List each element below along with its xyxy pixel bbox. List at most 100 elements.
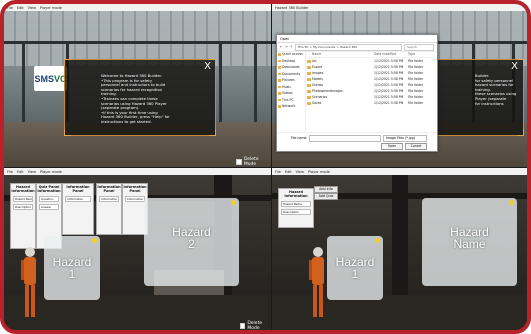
- menu-file[interactable]: File: [275, 170, 281, 174]
- roof-truss: [4, 41, 271, 44]
- address-bar[interactable]: This PC > My Documents > Hazard 360: [294, 43, 402, 51]
- panel-title: Information Panel: [66, 185, 90, 194]
- menu-bar: Hazard 360 Builder: [272, 4, 527, 11]
- delete-mode-checkbox[interactable]: [236, 159, 242, 165]
- menu-file[interactable]: File: [7, 6, 13, 10]
- file-explorer-dialog: Open ← → ↑ This PC > My Documents > Haza…: [276, 34, 438, 152]
- file-type: File folder: [408, 101, 424, 105]
- panel-field[interactable]: Information: [99, 195, 119, 202]
- hazard-card-1[interactable]: Hazard 1: [44, 236, 100, 300]
- dialog-footer: File name: Image Files (*.jpg) Open Canc…: [277, 132, 437, 151]
- navigation-pane: Quick access Desktop Downloads Documents Pic…: [277, 51, 306, 133]
- open-button[interactable]: Open: [381, 143, 403, 150]
- floor-area: [4, 295, 271, 330]
- hazard-name-field[interactable]: Hazard Name: [281, 200, 311, 207]
- filetype-select[interactable]: Image Files (*.jpg): [383, 135, 427, 142]
- menu-edit[interactable]: Edit: [17, 6, 24, 10]
- builder-panels-screen: File Edit View Player mode Hazard Inform…: [4, 168, 271, 330]
- search-input[interactable]: Search: [404, 43, 434, 51]
- delete-mode-toggle[interactable]: Delete Mode: [240, 321, 271, 330]
- hazard-info-panel: Hazard Information Hazard Name Description: [10, 183, 36, 249]
- panel-field[interactable]: Answer: [39, 203, 59, 210]
- hazard-card-1[interactable]: Hazard 1: [327, 236, 383, 300]
- worker-figure: [21, 247, 36, 317]
- pillar: [219, 41, 222, 122]
- hazard-card-2[interactable]: Hazard 2: [144, 198, 239, 286]
- menu-view[interactable]: View: [296, 170, 304, 174]
- hazard-info-screen: File Edit View Player mode Hazard Inform…: [272, 168, 527, 330]
- file-name: Saves: [307, 100, 374, 106]
- menu-player-mode[interactable]: Player mode: [40, 170, 62, 174]
- menu-view[interactable]: View: [28, 170, 36, 174]
- panel-field[interactable]: Hazard Name: [13, 195, 33, 202]
- menu-file[interactable]: File: [7, 170, 13, 174]
- column-type[interactable]: Type: [408, 51, 428, 57]
- menu-bar: File Edit View Player mode: [4, 4, 271, 11]
- panel-field[interactable]: Information: [125, 195, 145, 202]
- hazard-card-2[interactable]: Hazard Name: [422, 198, 517, 286]
- panel-field[interactable]: Description: [13, 203, 33, 210]
- cancel-button[interactable]: Cancel: [405, 143, 427, 150]
- hazard-marker-icon: [231, 200, 236, 205]
- forward-arrow-icon[interactable]: →: [285, 45, 288, 49]
- delete-mode-toggle[interactable]: Delete Mode: [236, 157, 271, 167]
- file-list: Name Date modified Type Art 1/12/2021 5:5…: [307, 51, 435, 133]
- menu-player-mode[interactable]: Player mode: [308, 170, 330, 174]
- nav-item[interactable]: Network: [277, 103, 305, 110]
- menu-bar: File Edit View Player mode: [272, 168, 527, 175]
- information-panel: Information Panel Information: [96, 183, 122, 235]
- close-button[interactable]: X: [204, 62, 211, 72]
- hazard-marker-icon: [92, 238, 97, 243]
- worker-figure: [309, 247, 324, 317]
- hazard-marker-icon: [375, 238, 380, 243]
- menu-player-mode[interactable]: Player mode: [40, 6, 62, 10]
- delete-mode-checkbox[interactable]: [240, 323, 246, 329]
- back-arrow-icon[interactable]: ←: [280, 45, 283, 49]
- hazard-card-title: Hazard 1: [52, 255, 92, 281]
- pillar: [254, 41, 257, 122]
- collage-frame: File Edit View Player mode SMS VC X Welco…: [0, 0, 531, 334]
- add-quiz-button[interactable]: Add Quiz: [314, 193, 338, 200]
- up-arrow-icon[interactable]: ↑: [290, 45, 293, 49]
- welcome-dialog: X Welcome to Hazard 360 Builder. •This p…: [64, 59, 216, 136]
- file-list-header: Name Date modified Type: [307, 51, 435, 58]
- window-title: Hazard 360 Builder: [275, 5, 309, 10]
- hazard-card-title: Hazard 2: [172, 225, 211, 251]
- delete-mode-label: Delete Mode: [243, 157, 259, 167]
- panel-title: Hazard Information: [11, 185, 35, 194]
- menu-bar: File Edit View Player mode: [4, 168, 271, 175]
- panel-field[interactable]: Information: [65, 195, 91, 202]
- panel-title: Information Panel: [97, 185, 121, 194]
- welcome-text-partial: Builder. for safety personnel hazard sce…: [475, 73, 517, 106]
- welcome-text: Welcome to Hazard 360 Builder. •This pro…: [101, 73, 170, 124]
- menu-view[interactable]: View: [28, 6, 36, 10]
- delete-mode-label: Delete Mode: [247, 321, 263, 330]
- panel-title: Quiz Panel Information: [37, 185, 61, 194]
- hazard-marker-icon: [509, 200, 514, 205]
- menu-edit[interactable]: Edit: [17, 170, 24, 174]
- pillar: [22, 41, 25, 122]
- welcome-screen: File Edit View Player mode SMS VC X Welco…: [4, 4, 271, 167]
- description-field[interactable]: Description: [281, 208, 311, 215]
- hazard-card-title: Hazard Name: [450, 225, 489, 251]
- file-row[interactable]: Saves 1/12/2021 5:58 PM File folder: [307, 100, 435, 106]
- close-button[interactable]: X: [511, 62, 518, 72]
- hazard-card-title: Hazard 1: [335, 255, 375, 281]
- file-date: 1/12/2021 5:58 PM: [374, 101, 404, 105]
- open-file-screen: Hazard 360 Builder X Builder. for safety…: [272, 4, 527, 167]
- filename-input[interactable]: [309, 135, 381, 142]
- filename-label: File name:: [291, 136, 308, 140]
- panel-title: Hazard Information: [284, 190, 308, 199]
- information-panel: Information Panel Information: [62, 183, 94, 235]
- panel-field[interactable]: Question: [39, 195, 59, 202]
- smsvc-logo: SMS VC: [34, 66, 67, 91]
- file-rows: Art 1/12/2021 5:58 PM File folder Export 1/1…: [307, 58, 435, 106]
- dialog-title: Open: [277, 35, 437, 43]
- warehouse-roof: [4, 11, 271, 66]
- column-date[interactable]: Date modified: [374, 51, 408, 57]
- panel-title: Information Panel: [123, 185, 147, 194]
- column-name[interactable]: Name: [307, 51, 374, 57]
- hazard-info-panel: Hazard Information Hazard Name Descripti…: [278, 188, 314, 228]
- add-info-button[interactable]: Add Info: [314, 186, 338, 193]
- menu-edit[interactable]: Edit: [285, 170, 292, 174]
